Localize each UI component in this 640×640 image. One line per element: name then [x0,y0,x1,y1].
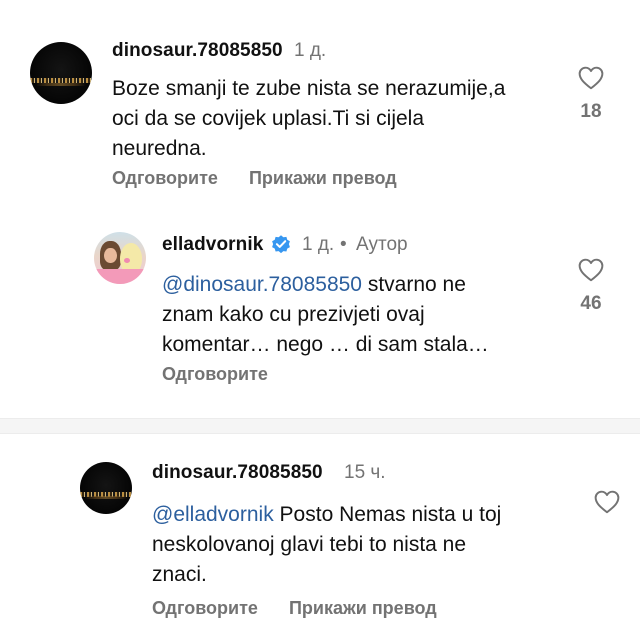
mention-link[interactable]: @dinosaur.78085850 [162,273,362,296]
comment-text-line: @elladvornik Posto Nemas nista u toj [152,500,572,530]
heart-outline-icon[interactable] [578,66,604,90]
comment-actions: Одговорите [162,364,294,385]
comment-text-line: neskolovanoj glavi tebi to nista ne [152,533,467,556]
comment-text-line: znam kako cu prezivjeti ovaj [162,303,425,326]
author-badge: Аутор [356,234,408,255]
comment-text: @elladvornik Posto Nemas nista u toj nes… [152,500,572,590]
comment-text-segment: Posto Nemas nista u toj [273,503,502,526]
comment-username[interactable]: elladvornik [162,234,263,256]
comment-username[interactable]: dinosaur.78085850 [112,40,283,62]
comment-text: @dinosaur.78085850 stvarno ne znam kako … [162,270,582,360]
heart-outline-icon[interactable] [594,490,620,514]
comment-timestamp: 1 д. [294,40,327,61]
like-count: 18 [580,101,602,122]
comment-text-line: Boze smanji te zube nista se nerazumije,… [112,77,506,100]
reply-button[interactable]: Одговорите [112,168,218,188]
avatar-reflection [85,496,127,500]
comment-actions: Одговорите Прикажи превод [112,168,423,189]
comment-text-line: @dinosaur.78085850 stvarno ne [162,270,582,300]
comment-text: Boze smanji te zube nista se nerazumije,… [112,74,572,164]
avatar-face [104,247,117,264]
like-count: 46 [580,293,602,314]
meta-separator: • [340,234,347,255]
translate-button[interactable]: Прикажи превод [289,598,437,618]
verified-badge-icon [272,235,290,254]
translate-button[interactable]: Прикажи превод [249,168,397,188]
section-divider [0,418,640,434]
avatar[interactable] [80,462,132,514]
avatar[interactable] [94,232,146,284]
comment-timestamp: 15 ч. [344,462,386,483]
reply-button[interactable]: Одговорите [162,364,268,384]
comment-text-line: neuredna. [112,137,207,160]
heart-outline-icon[interactable] [578,258,604,282]
comment-username[interactable]: dinosaur.78085850 [152,462,323,484]
avatar-shirt [94,269,146,284]
comment-timestamp: 1 д. [302,234,335,255]
comment-text-line: znaci. [152,563,207,586]
comment-text-line: komentar… nego … di sam stala… [162,333,489,356]
comment-actions: Одговорите Прикажи превод [152,598,463,619]
comment-text-line: oci da se covijek uplasi.Ti si cijela [112,107,425,130]
comment-text-segment: stvarno ne [361,273,466,296]
mention-link[interactable]: @elladvornik [152,503,274,526]
avatar[interactable] [30,42,92,104]
reply-button[interactable]: Одговорите [152,598,258,618]
avatar-reflection [36,82,86,86]
